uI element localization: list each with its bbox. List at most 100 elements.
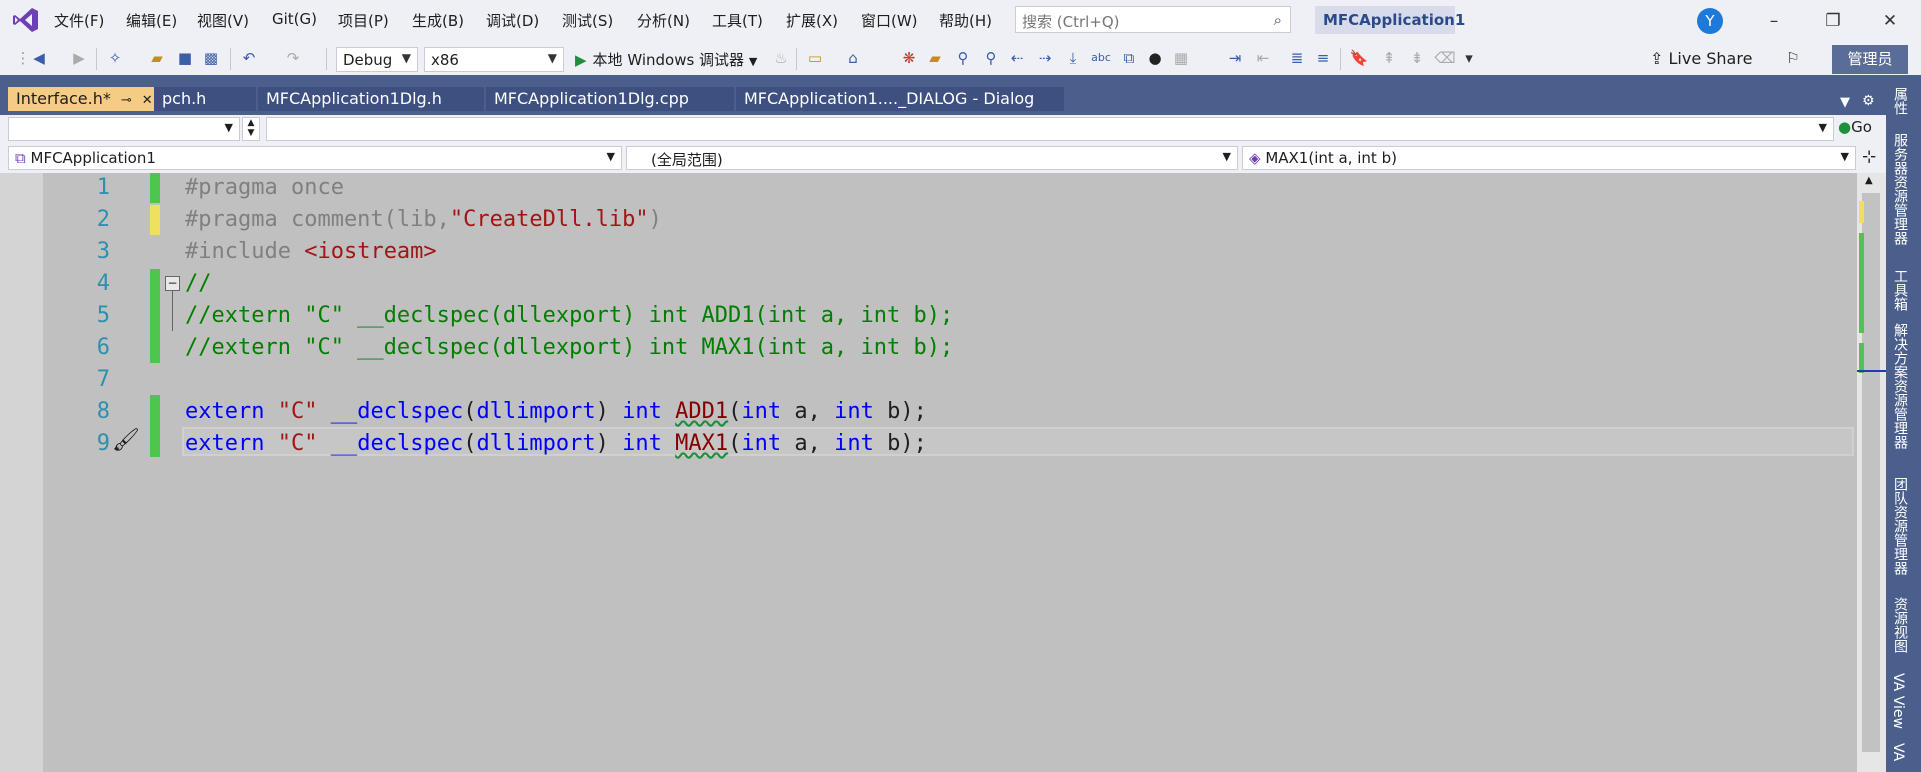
menu-test[interactable]: 测试(S): [562, 10, 613, 31]
save-all-icon[interactable]: ▩: [200, 47, 222, 69]
side-tab-properties[interactable]: 属性: [1890, 87, 1910, 115]
spell-check-icon[interactable]: abc: [1090, 47, 1112, 69]
refactor-icon[interactable]: ⧉: [1118, 47, 1140, 69]
back-icon[interactable]: ◀: [28, 47, 50, 69]
live-share-button[interactable]: ⇪ Live Share: [1650, 49, 1752, 68]
open-icon[interactable]: ▰: [146, 47, 168, 69]
brush-icon[interactable]: 🖌: [112, 428, 140, 453]
tab-mfcapplication1dlg-cpp[interactable]: MFCApplication1Dlg.cpp: [486, 87, 734, 111]
redo-icon[interactable]: ↷: [282, 47, 304, 69]
live-share-icon: ⇪: [1650, 49, 1664, 68]
menu-debug[interactable]: 调试(D): [486, 10, 539, 31]
gear-icon[interactable]: ⚙: [1862, 93, 1875, 109]
close-icon[interactable]: ✕: [142, 93, 153, 108]
menu-extensions[interactable]: 扩展(X): [786, 10, 838, 31]
tab-dialog[interactable]: MFCApplication1...._DIALOG - Dialog: [736, 87, 1064, 111]
tab-dropdown-icon[interactable]: ▼: [1840, 95, 1850, 110]
settings-tool-icon[interactable]: ●: [1144, 47, 1166, 69]
feedback-icon[interactable]: ⚐: [1782, 47, 1804, 69]
nav-right-select[interactable]: ▼: [266, 117, 1834, 141]
platform-select[interactable]: x86 ▼: [424, 47, 564, 72]
code-line: //extern "C" __declspec(dllexport) int A…: [185, 303, 954, 328]
nav-spinner[interactable]: ▲ ▼: [242, 117, 260, 141]
pin-icon[interactable]: ⊸: [121, 93, 132, 108]
scroll-up-icon[interactable]: ▲: [1865, 175, 1873, 186]
side-tab-va[interactable]: VA: [1890, 743, 1906, 761]
forward-icon[interactable]: ▶: [68, 47, 90, 69]
member-select[interactable]: ◈ MAX1(int a, int b) ▼: [1242, 146, 1856, 170]
toolbar-overflow-icon[interactable]: ▾: [1458, 47, 1480, 69]
side-tab-team-explorer[interactable]: 团队资源管理器: [1890, 477, 1910, 575]
minimize-icon[interactable]: –: [1761, 8, 1787, 34]
hot-reload-icon[interactable]: ♨: [770, 47, 792, 69]
menu-git[interactable]: Git(G): [272, 10, 317, 28]
menu-project[interactable]: 项目(P): [338, 10, 389, 31]
folder-icon[interactable]: ▰: [924, 47, 946, 69]
side-tab-va-view[interactable]: VA View: [1890, 673, 1906, 729]
side-tab-resource-view[interactable]: 资源视图: [1890, 597, 1910, 653]
search-symbol-icon[interactable]: ⚲: [980, 47, 1002, 69]
side-tab-toolbox[interactable]: 工具箱: [1890, 269, 1910, 311]
member-label: MAX1(int a, int b): [1265, 149, 1397, 167]
project-label: MFCApplication1: [30, 149, 156, 167]
menu-window[interactable]: 窗口(W): [861, 10, 918, 31]
scrollbar-thumb[interactable]: [1862, 193, 1880, 752]
chevron-down-icon: ▼: [401, 51, 411, 65]
code-editor[interactable]: 1 2 3 4 5 6 7 8 9 🖌 − #pragma once #prag…: [0, 173, 1886, 772]
vertical-scrollbar[interactable]: ▲: [1857, 173, 1886, 772]
menu-edit[interactable]: 编辑(E): [126, 10, 177, 31]
project-select[interactable]: ⧉ MFCApplication1 ▼: [8, 146, 622, 170]
prev-bookmark-icon: ⇞: [1382, 49, 1396, 67]
scope-select[interactable]: (全局范围) ▼: [626, 146, 1238, 170]
menu-analyze[interactable]: 分析(N): [637, 10, 690, 31]
nav-left-select[interactable]: ▼: [8, 117, 240, 141]
new-project-icon[interactable]: ✧: [104, 47, 126, 69]
search-input[interactable]: 搜索 (Ctrl+Q) ⌕: [1015, 6, 1291, 33]
outdent-icon: ⇤: [1256, 49, 1270, 67]
scroll-change-marker: [1859, 233, 1864, 333]
navigate-forward-icon[interactable]: ⇢: [1034, 47, 1056, 69]
comment-icon[interactable]: ≣: [1286, 47, 1308, 69]
bookmark-icon[interactable]: 🔖: [1348, 47, 1370, 69]
find-in-files-icon[interactable]: ▭: [804, 47, 826, 69]
config-select[interactable]: Debug ▼: [336, 47, 418, 72]
tab-mfcapplication1dlg-h[interactable]: MFCApplication1Dlg.h: [258, 87, 484, 111]
save-icon[interactable]: ■: [174, 47, 196, 69]
code-line: #pragma comment(lib,"CreateDll.lib"): [185, 207, 662, 232]
standard-toolbar: ⋮ ◀ ▶ ✧ ▰ ■ ▩ ↶ ↷ Debug ▼ x86 ▼ ▶ 本地 Window…: [0, 41, 1921, 75]
menu-tools[interactable]: 工具(T): [712, 10, 763, 31]
platform-value: x86: [431, 51, 459, 69]
tab-interface-h[interactable]: Interface.h* ⊸ ✕: [8, 87, 154, 111]
collapse-toggle[interactable]: −: [165, 276, 180, 291]
tab-label: Interface.h*: [16, 89, 111, 108]
uncomment-icon[interactable]: ≡: [1312, 47, 1334, 69]
side-tab-solution-explorer[interactable]: 解决方案资源管理器: [1890, 323, 1910, 449]
menu-help[interactable]: 帮助(H): [939, 10, 992, 31]
scroll-change-marker: [1859, 201, 1864, 223]
next-bookmark-icon: ⇟: [1410, 49, 1424, 67]
scroll-caret-marker: [1857, 370, 1886, 372]
indent-icon[interactable]: ⇥: [1224, 47, 1246, 69]
menu-file[interactable]: 文件(F): [54, 10, 104, 31]
find-icon[interactable]: ⚲: [952, 47, 974, 69]
navigation-row-2: ⧉ MFCApplication1 ▼ (全局范围) ▼ ◈ MAX1(int a,…: [0, 143, 1886, 173]
solution-explorer-icon[interactable]: ⌂: [842, 47, 864, 69]
run-icon: ▶: [575, 51, 587, 69]
run-debugger-button[interactable]: ▶ 本地 Windows 调试器 ▼: [575, 49, 757, 70]
undo-icon[interactable]: ↶: [238, 47, 260, 69]
scope-label: (全局范围): [651, 151, 723, 169]
visual-studio-logo-icon[interactable]: [12, 6, 40, 34]
go-button[interactable]: ●Go: [1838, 118, 1872, 142]
debug-tool-icon[interactable]: ❋: [898, 47, 920, 69]
restore-icon[interactable]: ❐: [1820, 8, 1846, 34]
close-window-icon[interactable]: ✕: [1877, 8, 1903, 34]
split-editor-icon[interactable]: ⊹: [1862, 147, 1876, 167]
side-tab-server-explorer[interactable]: 服务器资源管理器: [1890, 133, 1910, 245]
navigate-back-icon[interactable]: ⇠: [1006, 47, 1028, 69]
menu-view[interactable]: 视图(V): [197, 10, 249, 31]
editor-margin: [0, 173, 43, 772]
avatar[interactable]: Y: [1697, 8, 1723, 34]
tab-pch-h[interactable]: pch.h: [154, 87, 256, 111]
goto-icon[interactable]: ⤓: [1062, 47, 1084, 69]
menu-build[interactable]: 生成(B): [412, 10, 464, 31]
